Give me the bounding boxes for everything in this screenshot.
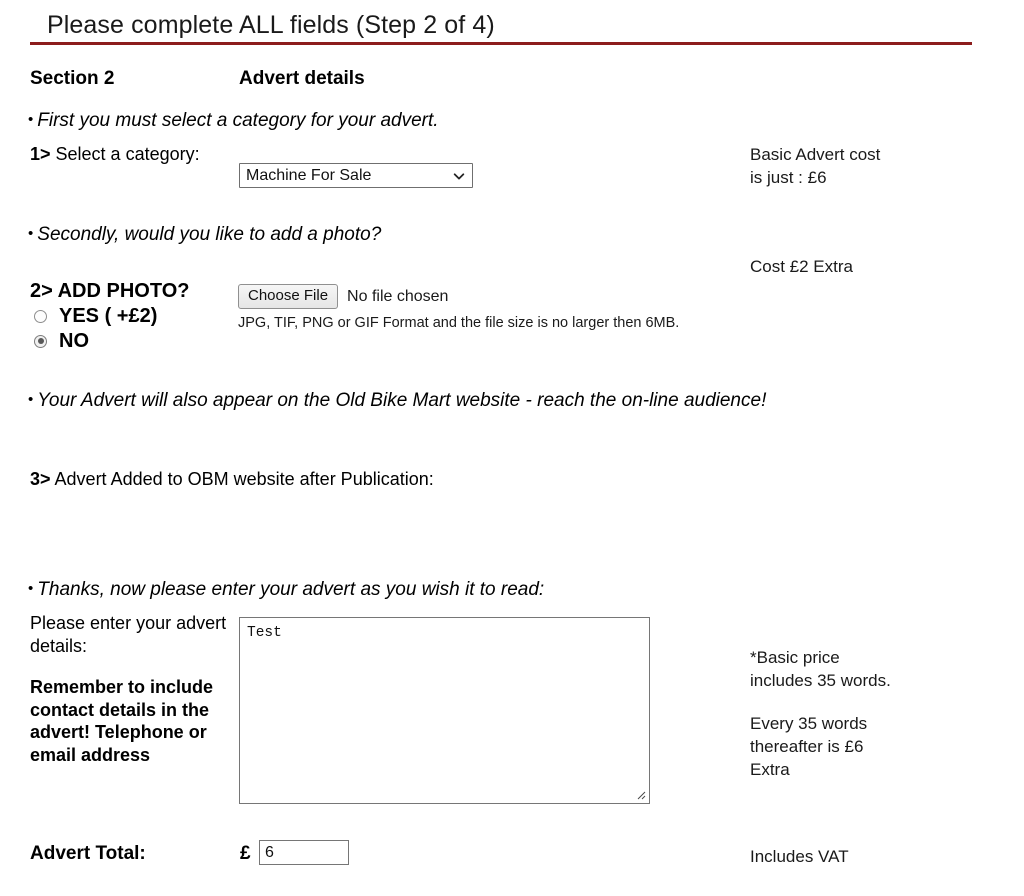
radio-option-no[interactable]: NO <box>34 329 89 353</box>
advert-total-label: Advert Total: <box>30 843 146 864</box>
file-format-hint: JPG, TIF, PNG or GIF Format and the file… <box>238 315 680 331</box>
radio-yes-label: YES ( +£2) <box>59 305 158 327</box>
currency-symbol: £ <box>240 843 251 864</box>
step1-label: 1> Select a category: <box>30 143 230 165</box>
note-select-category-text: First you must select a category for you… <box>37 110 439 131</box>
advert-details-label: Please enter your advert details: <box>30 613 227 656</box>
side-note-vat: Includes VAT <box>750 847 849 866</box>
side-note-basic-cost: Basic Advert cost is just : £6 <box>750 145 881 187</box>
advert-form-page: Please complete ALL fields (Step 2 of 4)… <box>0 0 1024 896</box>
advert-remember-note: Remember to include contact details in t… <box>30 677 214 765</box>
note-obm-website-text: Your Advert will also appear on the Old … <box>37 390 767 411</box>
step3-label: 3> Advert Added to OBM website after Pub… <box>30 469 434 490</box>
radio-yes-icon[interactable] <box>34 309 47 323</box>
section-label: Section 2 <box>30 68 115 89</box>
step1-label-text: Select a category: <box>50 144 200 164</box>
step1-number: 1> <box>30 144 51 164</box>
chevron-down-icon <box>453 172 465 179</box>
category-select-value: Machine For Sale <box>246 166 372 184</box>
note-enter-advert-text: Thanks, now please enter your advert as … <box>37 579 545 600</box>
bullet-icon: • <box>28 580 34 597</box>
step3-number: 3> <box>30 469 51 489</box>
note-add-photo-text: Secondly, would you like to add a photo? <box>37 224 382 245</box>
radio-option-yes[interactable]: YES ( +£2) <box>34 304 157 328</box>
note-select-category: • First you must select a category for yo… <box>28 108 439 133</box>
note-add-photo: • Secondly, would you like to add a photo… <box>28 222 381 247</box>
note-obm-website: • Your Advert will also appear on the Old… <box>28 388 766 413</box>
section-title: Advert details <box>239 68 365 89</box>
step2-label: 2> ADD PHOTO? <box>30 280 190 302</box>
radio-no-icon[interactable] <box>34 334 47 348</box>
side-note-words-included: *Basic price includes 35 words. <box>750 648 891 690</box>
file-status-label: No file chosen <box>347 287 449 305</box>
category-select[interactable]: Machine For Sale <box>239 163 473 188</box>
header-divider <box>30 42 972 45</box>
file-upload-control[interactable]: Choose File No file chosen <box>238 284 448 309</box>
step3-label-text: Advert Added to OBM website after Public… <box>50 469 434 489</box>
bullet-icon: • <box>28 225 34 242</box>
bullet-icon: • <box>28 391 34 408</box>
advert-total-input[interactable] <box>259 840 349 865</box>
side-note-photo-cost: Cost £2 Extra <box>750 257 853 276</box>
side-note-words-extra: Every 35 words thereafter is £6 Extra <box>750 714 868 779</box>
page-title: Please complete ALL fields (Step 2 of 4) <box>47 11 495 39</box>
advert-details-textarea[interactable] <box>239 617 650 804</box>
note-enter-advert: • Thanks, now please enter your advert as… <box>28 577 544 602</box>
choose-file-button[interactable]: Choose File <box>238 284 339 309</box>
radio-no-label: NO <box>59 330 89 352</box>
bullet-icon: • <box>28 111 34 128</box>
